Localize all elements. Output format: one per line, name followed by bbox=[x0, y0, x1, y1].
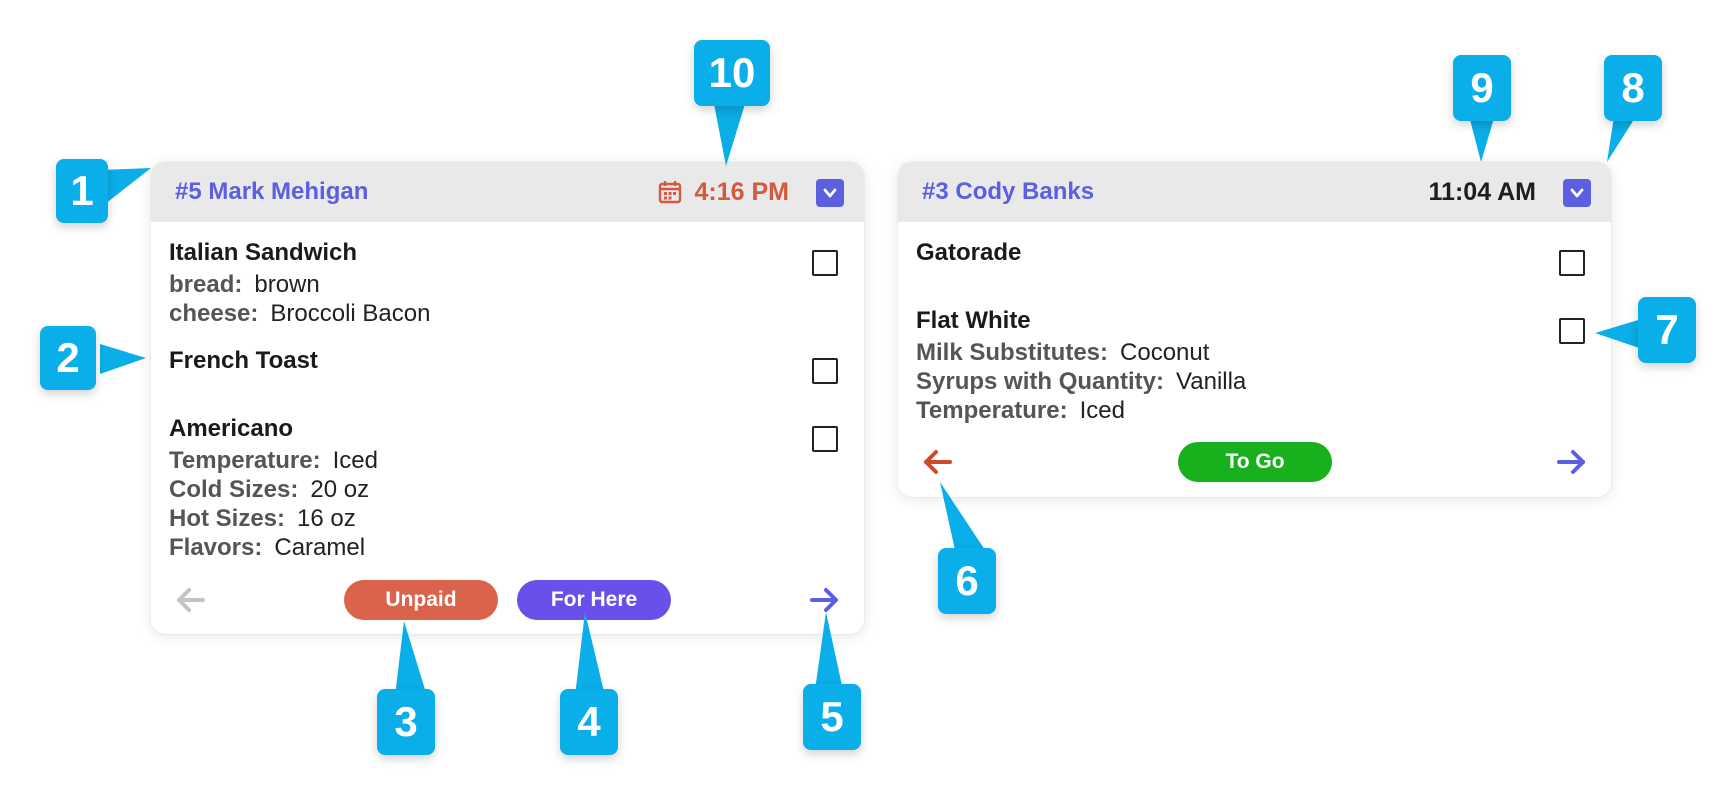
order-time: 11:04 AM bbox=[1429, 162, 1536, 222]
order-item: Italian Sandwich bread: brown cheese: Broc… bbox=[169, 236, 846, 328]
item-done-checkbox[interactable] bbox=[812, 426, 838, 452]
callout-1: 1 bbox=[56, 159, 108, 223]
order-card-3: #3 Cody Banks 11:04 AM Gatorade Flat Whi… bbox=[898, 162, 1611, 497]
order-card-5: #5 Mark Mehigan 4:16 PM Italian Sandwich… bbox=[151, 162, 864, 634]
to-go-badge[interactable]: To Go bbox=[1178, 442, 1332, 482]
order-time-text: 4:16 PM bbox=[694, 177, 789, 206]
item-modifier: bread: brown bbox=[169, 270, 846, 299]
callout-10: 10 bbox=[694, 40, 770, 106]
modifier-key: Hot Sizes: bbox=[169, 505, 286, 532]
item-modifier: Temperature: Iced bbox=[916, 396, 1593, 425]
item-modifier: cheese: Broccoli Bacon bbox=[169, 299, 846, 328]
item-name: Gatorade bbox=[916, 239, 1022, 266]
order-time: 4:16 PM bbox=[657, 162, 789, 222]
callout-4: 4 bbox=[560, 689, 618, 755]
item-name: Italian Sandwich bbox=[169, 239, 358, 266]
callout-3: 3 bbox=[377, 689, 435, 755]
order-header: #3 Cody Banks 11:04 AM bbox=[898, 162, 1611, 222]
item-name: French Toast bbox=[169, 347, 318, 374]
order-footer: Unpaid For Here bbox=[151, 578, 864, 622]
item-done-checkbox[interactable] bbox=[1559, 250, 1585, 276]
modifier-value: brown bbox=[254, 271, 320, 298]
callout-6: 6 bbox=[938, 548, 996, 614]
item-modifier: Hot Sizes: 16 oz bbox=[169, 504, 846, 533]
item-modifier: Milk Substitutes: Coconut bbox=[916, 338, 1593, 367]
item-modifier: Flavors: Caramel bbox=[169, 533, 846, 562]
item-done-checkbox[interactable] bbox=[812, 250, 838, 276]
callout-7: 7 bbox=[1638, 297, 1696, 363]
modifier-key: bread: bbox=[169, 271, 243, 298]
modifier-key: Cold Sizes: bbox=[169, 476, 299, 503]
unpaid-badge[interactable]: Unpaid bbox=[344, 580, 498, 620]
modifier-key: Flavors: bbox=[169, 534, 263, 561]
modifier-value: 16 oz bbox=[297, 505, 356, 532]
for-here-badge[interactable]: For Here bbox=[517, 580, 671, 620]
order-title[interactable]: #3 Cody Banks bbox=[922, 162, 1094, 222]
modifier-value: Caramel bbox=[274, 534, 366, 561]
modifier-key: Temperature: bbox=[916, 397, 1068, 424]
item-modifier: Temperature: Iced bbox=[169, 446, 846, 475]
order-item: Flat White Milk Substitutes: Coconut Syru… bbox=[916, 304, 1593, 425]
order-time-text: 11:04 AM bbox=[1428, 177, 1536, 206]
item-modifier: Cold Sizes: 20 oz bbox=[169, 475, 846, 504]
order-dropdown-button[interactable] bbox=[816, 179, 844, 207]
arrow-left-icon[interactable] bbox=[920, 444, 956, 480]
order-item: French Toast bbox=[169, 344, 846, 384]
arrow-right-icon[interactable] bbox=[1553, 444, 1589, 480]
item-name: Flat White bbox=[916, 307, 1031, 334]
modifier-value: 20 oz bbox=[310, 476, 370, 503]
chevron-down-icon bbox=[1570, 188, 1584, 198]
calendar-icon bbox=[657, 179, 683, 205]
arrow-left-icon[interactable] bbox=[173, 582, 209, 618]
modifier-value: Iced bbox=[1079, 397, 1125, 424]
modifier-key: Milk Substitutes: bbox=[916, 339, 1109, 366]
modifier-key: Temperature: bbox=[169, 447, 321, 474]
callout-9: 9 bbox=[1453, 55, 1511, 121]
modifier-key: cheese: bbox=[169, 300, 259, 327]
item-name: Americano bbox=[169, 415, 294, 442]
callout-8: 8 bbox=[1604, 55, 1662, 121]
item-modifier: Syrups with Quantity: Vanilla bbox=[916, 367, 1593, 396]
modifier-value: Iced bbox=[332, 447, 378, 474]
order-dropdown-button[interactable] bbox=[1563, 179, 1591, 207]
modifier-value: Vanilla bbox=[1176, 368, 1247, 395]
callout-2: 2 bbox=[40, 326, 96, 390]
item-done-checkbox[interactable] bbox=[812, 358, 838, 384]
order-header: #5 Mark Mehigan 4:16 PM bbox=[151, 162, 864, 222]
modifier-value: Broccoli Bacon bbox=[270, 300, 431, 327]
callout-5: 5 bbox=[803, 684, 861, 750]
order-title[interactable]: #5 Mark Mehigan bbox=[175, 162, 368, 222]
arrow-right-icon[interactable] bbox=[806, 582, 842, 618]
item-done-checkbox[interactable] bbox=[1559, 318, 1585, 344]
order-item: Americano Temperature: Iced Cold Sizes: 20… bbox=[169, 412, 846, 562]
order-item: Gatorade bbox=[916, 236, 1593, 276]
order-footer: To Go bbox=[898, 440, 1611, 484]
chevron-down-icon bbox=[823, 188, 837, 198]
modifier-key: Syrups with Quantity: bbox=[916, 368, 1165, 395]
modifier-value: Coconut bbox=[1120, 339, 1210, 366]
